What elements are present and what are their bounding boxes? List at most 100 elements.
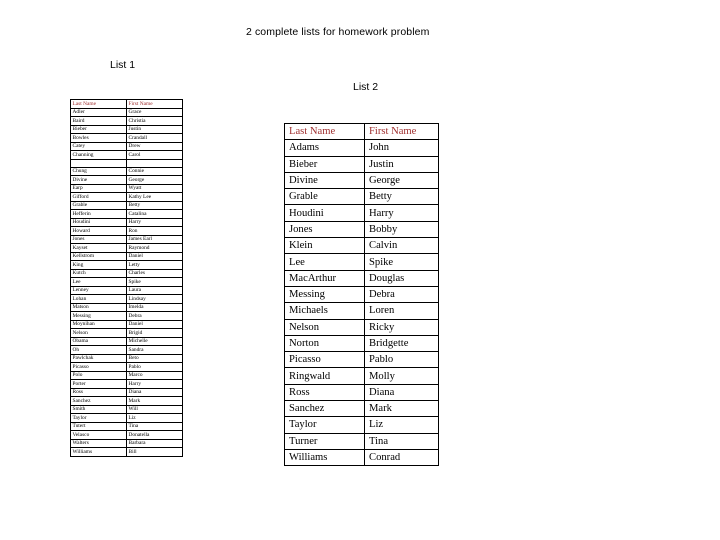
- table-row: King Letty: [70, 260, 183, 270]
- table-row: Lohan Lindsay: [70, 294, 183, 304]
- cell-first-name: Bridgette: [364, 334, 439, 353]
- table-header-row: Last Name First Name: [70, 99, 183, 109]
- cell-last-name: Divine: [284, 171, 365, 190]
- cell-last-name: Adams: [284, 139, 365, 157]
- cell-last-name: Baird: [70, 116, 127, 126]
- cell-first-name: Mark: [126, 396, 183, 406]
- cell-first-name: Barbara: [126, 438, 183, 448]
- cell-last-name: Ross: [284, 383, 365, 402]
- cell-last-name: Turner: [284, 432, 365, 450]
- cell-last-name: Williams: [70, 447, 127, 457]
- cell-last-name: Oh: [70, 345, 127, 355]
- table-row: Porter Harry: [70, 379, 183, 389]
- cell-last-name: Walters: [70, 438, 127, 448]
- cell-first-name: Harry: [126, 217, 183, 227]
- cell-first-name: Liz: [364, 416, 439, 434]
- cell-last-name: Polo: [70, 370, 127, 380]
- cell-first-name: Tina: [364, 432, 439, 450]
- cell-last-name: Channing: [70, 150, 127, 160]
- cell-first-name: Harry: [126, 379, 183, 389]
- cell-first-name: Crandall: [126, 133, 183, 143]
- cell-last-name: Picasso: [70, 362, 127, 372]
- table-row: Catey Drew: [70, 141, 183, 151]
- cell-first-name: Debra: [364, 285, 439, 304]
- table-row: Sanchez Mark: [70, 396, 183, 406]
- cell-first-name: Tina: [126, 421, 183, 431]
- cell-first-name: George: [126, 175, 183, 185]
- cell-first-name: Imelda: [126, 302, 183, 312]
- cell-last-name: Lee: [284, 253, 365, 271]
- table-row: Sanchez Mark: [284, 400, 439, 418]
- cell-first-name: Marco: [126, 370, 183, 380]
- cell-last-name: Norton: [284, 334, 365, 353]
- table-row: Bowles Crandall: [70, 133, 183, 143]
- table-row: Williams Conrad: [284, 448, 439, 467]
- cell-last-name: Obama: [70, 336, 127, 346]
- table-row: Walters Barbara: [70, 438, 183, 448]
- cell-last-name: Ringwald: [284, 367, 365, 385]
- cell-first-name: Spike: [364, 253, 439, 271]
- cell-first-name: Debra: [126, 311, 183, 321]
- table-row: Lenney Laura: [70, 285, 183, 295]
- table-row: Norton Bridgette: [284, 334, 439, 353]
- cell-last-name: Jones: [70, 234, 127, 244]
- cell-first-name: Sandra: [126, 345, 183, 355]
- cell-last-name: Nelson: [284, 318, 365, 336]
- table-row: Houdini Harry: [70, 217, 183, 227]
- cell-first-name: Justin: [364, 155, 439, 173]
- cell-last-name: Grable: [284, 188, 365, 206]
- cell-last-name: Hefferin: [70, 209, 127, 219]
- cell-last-name: Taylor: [284, 416, 365, 434]
- cell-last-name: Jones: [284, 220, 365, 239]
- cell-last-name: Messing: [284, 285, 365, 304]
- cell-first-name: Daniel: [126, 319, 183, 329]
- cell-last-name: Bieber: [70, 124, 127, 134]
- cell-first-name: Lindsay: [126, 294, 183, 304]
- table-row: Chung Connie: [70, 166, 183, 176]
- cell-last-name: Michaels: [284, 302, 365, 320]
- cell-last-name: Lenney: [70, 285, 127, 295]
- table-row: Smith Will: [70, 404, 183, 414]
- cell-last-name: Kutch: [70, 268, 127, 278]
- cell-first-name: Justin: [126, 124, 183, 134]
- cell-first-name: Betty: [126, 200, 183, 210]
- cell-last-name: Gifford: [70, 192, 127, 202]
- table-row: Turner Tina: [284, 432, 439, 450]
- table-row: Messing Debra: [284, 285, 439, 304]
- table-row: Moynihan Daniel: [70, 319, 183, 329]
- list2-body: Adams John Bieber Justin Divine George Grable B…: [284, 139, 439, 467]
- page-title: 2 complete lists for homework problem: [246, 26, 430, 38]
- table-row: Obama Michelle: [70, 336, 183, 346]
- table-row: Ringwald Molly: [284, 367, 439, 385]
- list1-heading: List 1: [110, 59, 136, 71]
- cell-first-name: Pablo: [126, 362, 183, 372]
- table-row: Hefferin Catalina: [70, 209, 183, 219]
- table-row: Adams John: [284, 139, 439, 157]
- cell-first-name: Douglas: [364, 269, 439, 287]
- column-header-last-name: Last Name: [284, 122, 365, 141]
- cell-last-name: Bowles: [70, 133, 127, 143]
- cell-last-name: Kayset: [70, 243, 127, 253]
- cell-first-name: Bobby: [364, 220, 439, 239]
- table-row: Divine George: [70, 175, 183, 185]
- column-header-first-name: First Name: [126, 99, 183, 109]
- cell-last-name: Kellstrom: [70, 251, 127, 261]
- table-row: Oh Sandra: [70, 345, 183, 355]
- cell-last-name: Divine: [70, 175, 127, 185]
- cell-last-name: Smith: [70, 404, 127, 414]
- table-row: Lee Spike: [284, 253, 439, 271]
- table-row: Tutert Tina: [70, 421, 183, 431]
- table-row: Bieber Justin: [284, 155, 439, 173]
- cell-first-name: Loren: [364, 302, 439, 320]
- cell-first-name: Wyatt: [126, 183, 183, 193]
- cell-last-name: Williams: [284, 448, 365, 467]
- table-row: Nelson Brigid: [70, 328, 183, 338]
- cell-last-name: Sanchez: [284, 400, 365, 418]
- cell-first-name: Brigid: [126, 328, 183, 338]
- table-row: Channing Carol: [70, 150, 183, 160]
- cell-first-name: George: [364, 171, 439, 190]
- table-row: Grable Betty: [284, 188, 439, 206]
- cell-first-name: Harry: [364, 204, 439, 222]
- cell-last-name: Lohan: [70, 294, 127, 304]
- cell-last-name: Houdini: [70, 217, 127, 227]
